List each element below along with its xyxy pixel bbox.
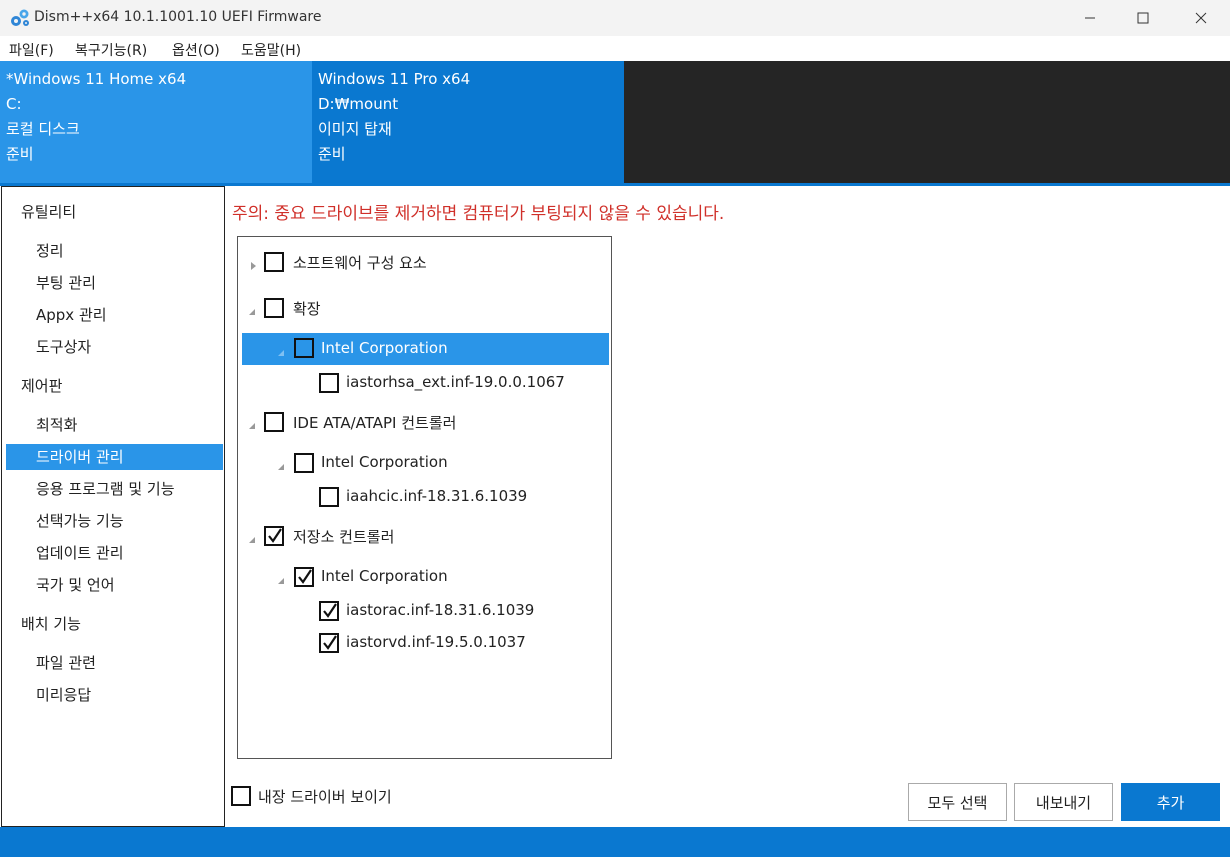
expand-down-icon[interactable] [276,458,286,470]
tree-checkbox[interactable] [264,412,284,432]
title-bar: Dism++x64 10.1.1001.10 UEFI Firmware [0,0,1230,36]
driver-tree: 소프트웨어 구성 요소 확장 Intel Corporation iastorh… [237,236,612,759]
tree-checkbox[interactable] [264,252,284,272]
tree-checkbox-checked[interactable] [294,567,314,587]
sidebar: 유틸리티 정리 부팅 관리 Appx 관리 도구상자 제어판 최적화 드라이버 … [1,186,225,827]
sidebar-item-language[interactable]: 국가 및 언어 [36,572,115,598]
tree-label: 소프트웨어 구성 요소 [293,254,427,272]
checkmark-icon [268,528,282,543]
status-bar [0,827,1230,857]
sidebar-item-appx[interactable]: Appx 관리 [36,302,107,328]
session-name: Windows 11 Pro x64 [318,70,471,88]
tree-checkbox[interactable] [294,338,314,358]
sidebar-item-drivers[interactable]: 드라이버 관리 [36,444,124,470]
tree-label: Intel Corporation [321,567,448,585]
close-button[interactable] [1178,0,1224,36]
session-status: 준비 [6,145,34,163]
warning-text: 주의: 중요 드라이브를 제거하면 컴퓨터가 부팅되지 않을 수 있습니다. [232,204,725,224]
maximize-icon [1137,12,1149,24]
tree-label: iastorvd.inf-19.5.0.1037 [346,633,526,651]
sidebar-item-optional-features[interactable]: 선택가능 기능 [36,508,124,534]
tree-checkbox[interactable] [319,487,339,507]
sidebar-item-cleanup[interactable]: 정리 [36,238,64,264]
session-bar: *Windows 11 Home x64 C: 로컬 디스크 준비 Window… [0,61,1230,183]
expand-down-icon[interactable] [276,344,286,356]
menu-help[interactable]: 도움말(H) [241,40,301,60]
gears-icon [9,8,31,28]
checkmark-icon [323,635,337,650]
minimize-button[interactable] [1067,0,1113,36]
tree-label: Intel Corporation [321,453,448,471]
close-icon [1195,12,1207,24]
checkmark-icon [298,569,312,584]
sidebar-item-answer-file[interactable]: 미리응답 [36,682,91,708]
tree-row[interactable]: Intel Corporation [242,447,608,479]
session-mounted[interactable]: Windows 11 Pro x64 D:₩mount 이미지 탑재 준비 [312,61,624,183]
show-builtin-drivers-label: 내장 드라이버 보이기 [258,788,392,806]
export-button[interactable]: 내보내기 [1014,783,1113,821]
sidebar-category-utilities: 유틸리티 [21,203,77,221]
tree-row[interactable]: iaahcic.inf-18.31.6.1039 [242,481,608,513]
expand-right-icon[interactable] [249,257,259,270]
tree-checkbox-checked[interactable] [264,526,284,546]
session-status: 준비 [318,145,346,163]
tree-row[interactable]: IDE ATA/ATAPI 컨트롤러 [242,406,608,438]
expand-down-icon[interactable] [247,531,257,543]
tree-label: Intel Corporation [321,339,448,357]
tree-row-selected[interactable]: Intel Corporation [242,333,609,365]
sidebar-item-boot[interactable]: 부팅 관리 [36,270,96,296]
tree-row[interactable]: 확장 [242,292,608,324]
tree-checkbox-checked[interactable] [319,633,339,653]
sidebar-item-toolbox[interactable]: 도구상자 [36,334,91,360]
menu-file[interactable]: 파일(F) [9,40,54,60]
tree-checkbox[interactable] [264,298,284,318]
sidebar-item-optimize[interactable]: 최적화 [36,412,77,438]
session-type: 로컬 디스크 [6,120,80,138]
sidebar-item-files[interactable]: 파일 관련 [36,650,96,676]
session-local[interactable]: *Windows 11 Home x64 C: 로컬 디스크 준비 [0,61,312,183]
expand-down-icon[interactable] [247,417,257,429]
tree-label: iastorac.inf-18.31.6.1039 [346,601,535,619]
tree-label: IDE ATA/ATAPI 컨트롤러 [293,414,457,432]
tree-checkbox[interactable] [294,453,314,473]
menu-options[interactable]: 옵션(O) [172,40,220,60]
tree-label: 확장 [293,300,321,318]
tree-row[interactable]: 소프트웨어 구성 요소 [242,246,608,278]
tree-row[interactable]: iastorvd.inf-19.5.0.1037 [242,627,608,659]
session-name: *Windows 11 Home x64 [6,70,187,88]
session-path: C: [6,95,22,113]
tree-checkbox[interactable] [319,373,339,393]
tree-label: iaahcic.inf-18.31.6.1039 [346,487,528,505]
add-button[interactable]: 추가 [1121,783,1220,821]
expand-down-icon[interactable] [247,303,257,315]
session-path: D:₩mount [318,95,399,113]
sidebar-category-control-panel: 제어판 [21,377,63,395]
window-title: Dism++x64 10.1.1001.10 UEFI Firmware [34,9,322,25]
tree-checkbox-checked[interactable] [319,601,339,621]
sidebar-item-apps[interactable]: 응용 프로그램 및 기능 [36,476,175,502]
menu-bar: 파일(F) 복구기능(R) 옵션(O) 도움말(H) [0,36,1230,61]
sidebar-category-batch: 배치 기능 [21,615,81,633]
sidebar-item-updates[interactable]: 업데이트 관리 [36,540,124,566]
tree-row[interactable]: iastorhsa_ext.inf-19.0.0.1067 [242,367,608,399]
show-builtin-drivers-checkbox[interactable] [231,786,251,806]
menu-recovery[interactable]: 복구기능(R) [75,40,147,60]
session-type: 이미지 탑재 [318,120,392,138]
tree-label: 저장소 컨트롤러 [293,528,395,546]
tree-label: iastorhsa_ext.inf-19.0.0.1067 [346,373,565,391]
tree-row[interactable]: 저장소 컨트롤러 [242,520,608,552]
expand-down-icon[interactable] [276,572,286,584]
select-all-button[interactable]: 모두 선택 [908,783,1007,821]
checkmark-icon [323,603,337,618]
tree-row[interactable]: iastorac.inf-18.31.6.1039 [242,595,608,627]
minimize-icon [1085,17,1095,19]
maximize-button[interactable] [1120,0,1166,36]
tree-row[interactable]: Intel Corporation [242,561,608,593]
